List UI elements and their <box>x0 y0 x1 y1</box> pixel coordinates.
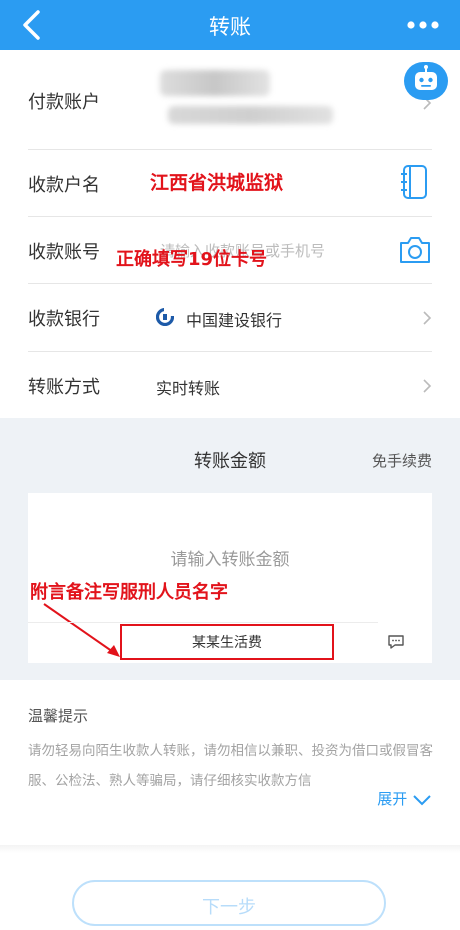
transfer-method-value: 实时转账 <box>156 379 221 398</box>
chevron-right-icon <box>423 379 432 393</box>
bank-label: 收款银行 <box>28 309 100 330</box>
memo-value: 某某生活费 <box>192 635 262 651</box>
camera-icon[interactable] <box>398 235 432 265</box>
payee-name-label: 收款户名 <box>28 175 100 196</box>
transfer-method-row[interactable]: 转账方式 实时转账 <box>0 352 460 419</box>
expand-label: 展开 <box>377 790 408 808</box>
annotation-arrow <box>43 603 120 657</box>
memo-input[interactable]: 某某生活费 <box>120 624 334 660</box>
chevron-down-icon <box>413 794 431 805</box>
next-step-label: 下一步 <box>202 897 256 918</box>
payer-balance-blurred <box>168 106 333 124</box>
tips-title: 温馨提示 <box>28 707 89 725</box>
bottom-separator <box>0 845 460 853</box>
payer-account-label: 付款账户 <box>28 92 100 113</box>
top-bar: 转账 <box>0 0 460 50</box>
fee-note: 免手续费 <box>371 452 432 470</box>
ccb-logo-icon <box>156 308 174 326</box>
payee-account-row[interactable]: 收款账号 请输入收款账号或手机号 正确填写19位卡号 <box>0 217 460 284</box>
bank-row[interactable]: 收款银行 中国建设银行 <box>0 284 460 351</box>
memo-underline <box>28 622 378 623</box>
tips-text: 请勿轻易向陌生收款人转账，请勿相信以兼职、投资为借口或假冒客服、公检法、熟人等骗… <box>28 743 433 789</box>
payee-name-value[interactable]: 江西省洪城监狱 <box>150 168 283 195</box>
payer-account-blurred <box>160 70 270 96</box>
contact-book-icon[interactable] <box>400 164 430 200</box>
page-title: 转账 <box>209 15 251 39</box>
bank-value: 中国建设银行 <box>186 311 283 330</box>
next-step-button[interactable]: 下一步 <box>72 880 386 926</box>
chevron-right-icon <box>423 311 432 325</box>
message-icon[interactable] <box>387 634 405 650</box>
more-dots-icon[interactable] <box>406 20 440 30</box>
amount-input[interactable]: 请输入转账金额 <box>0 545 460 570</box>
robot-assistant-icon[interactable] <box>404 62 448 100</box>
payee-account-label: 收款账号 <box>28 242 100 263</box>
payee-name-row[interactable]: 收款户名 江西省洪城监狱 <box>0 150 460 217</box>
payee-account-annotation: 正确填写19位卡号 <box>116 249 268 270</box>
expand-link[interactable]: 展开 <box>377 788 432 809</box>
transfer-method-label: 转账方式 <box>28 377 100 398</box>
